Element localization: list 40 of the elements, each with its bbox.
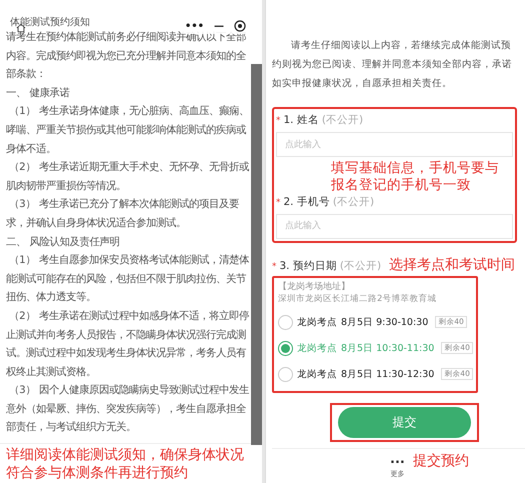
time-slot-option[interactable]: 8月5日 9:30-10:30 bbox=[341, 316, 428, 329]
notice-paragraph: （2） 考生承诺近期无重大手术史、无怀孕、无骨折或肌肉韧带严重损伤等情况。 bbox=[6, 160, 249, 194]
privacy-note: (不公开) bbox=[322, 113, 364, 127]
scrollbar-thumb[interactable] bbox=[251, 64, 262, 445]
notice-paragraph: 请考生在预约体能测试前务必仔细阅读并确认以下全部内容。完成预约即视为您已充分理解并同意本须知的全部条款： bbox=[6, 30, 247, 82]
notice-paragraph: （2） 考生承诺在测试过程中如感身体不适，将立即停止测试并向考务人员报告，不隐瞒身体状况强行完成测试。测试过程中如发现考生身体状况异常，考务人员有权终止其测试资格。 bbox=[6, 308, 249, 380]
time-slot-option[interactable]: 龙岗考点 bbox=[297, 316, 337, 329]
input-field[interactable]: 点此输入 bbox=[276, 132, 513, 157]
annotation-text: 提交预约 bbox=[412, 453, 469, 471]
notice-paragraph: （1） 考生承诺身体健康，无心脏病、高血压、癫痫、哮喘、严重关节损伤或其他可能影响体能测试的疾病或身体不适。 bbox=[6, 104, 249, 157]
venue-address: 深圳市龙岗区长江埔二路2号博萃教育城 bbox=[278, 293, 438, 306]
privacy-note: (不公开) bbox=[332, 194, 374, 209]
radio-button[interactable] bbox=[278, 366, 293, 382]
field-label: 2. 手机号 bbox=[284, 194, 330, 209]
close-icon[interactable] bbox=[234, 20, 246, 32]
more-menu-button[interactable]: ••• bbox=[184, 20, 204, 32]
radio-button[interactable] bbox=[278, 314, 293, 330]
required-mark: * bbox=[276, 198, 280, 208]
venue-title: 【龙岗考场地址】 bbox=[278, 280, 351, 294]
input-field[interactable]: 点此输入 bbox=[276, 214, 513, 239]
annotation-text: 详细阅读体能测试须知，确保身体状况符合参与体测条件再进行预约 bbox=[6, 447, 245, 482]
radio-button[interactable] bbox=[278, 340, 293, 356]
privacy-note: (不公开) bbox=[340, 258, 382, 273]
notice-paragraph: （1） 考生自愿参加保安员资格考试体能测试，清楚体能测试可能存在的风险，包括但不限于肌肉拉伤、关节扭伤、体力透支等。 bbox=[6, 253, 249, 306]
field-label: 3. 预约日期 bbox=[280, 258, 337, 273]
required-mark: * bbox=[272, 262, 276, 272]
annotation-text: 填写基础信息，手机号要与报名登记的手机号一致 bbox=[331, 160, 500, 194]
annotation-text: 选择考点和考试时间 bbox=[389, 256, 516, 274]
section-heading: 二、 风险认知及责任声明 bbox=[6, 234, 120, 250]
more-dots[interactable]: ... bbox=[390, 453, 405, 468]
time-slot-option[interactable]: 龙岗考点 bbox=[297, 368, 337, 381]
time-slot-option[interactable]: 8月5日 11:30-12:30 bbox=[341, 368, 434, 381]
field-label: 1. 姓名 bbox=[284, 113, 319, 127]
page-title: 体能测试预约须知 bbox=[10, 17, 90, 28]
notice-paragraph: （3） 考生承诺已充分了解本次体能测试的项目及要求，并确认自身身体状况适合参加测试。 bbox=[6, 197, 240, 231]
section-heading: 一、 健康承诺 bbox=[6, 86, 71, 101]
minimize-button[interactable]: — bbox=[214, 20, 224, 32]
notice-paragraph: （3） 因个人健康原因或隐瞒病史导致测试过程中发生意外（如晕厥、摔伤、突发疾病等），考生自愿承担全部责任，与考试组织方无关。 bbox=[6, 383, 249, 436]
required-mark: * bbox=[276, 116, 280, 126]
confirmation-text: 请考生仔细阅读以上内容，若继续完成体能测试预约则视为您已阅读、理解并同意本须知全部内容，承诺如实申报健康状况，自愿承担相关责任。 bbox=[272, 39, 513, 91]
